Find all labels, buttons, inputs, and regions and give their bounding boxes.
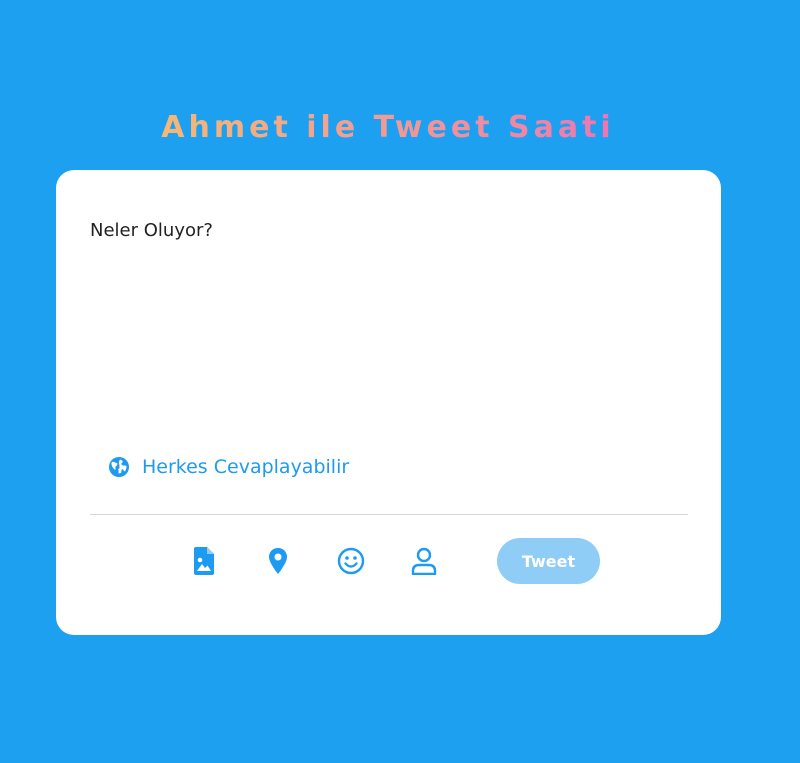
page-title: Ahmet ile Tweet Saati [0, 110, 776, 145]
image-file-icon[interactable] [189, 546, 219, 576]
tweet-composer-card: Herkes Cevaplayabilir Tweet [56, 170, 721, 635]
reply-setting-button[interactable]: Herkes Cevaplayabilir [108, 452, 349, 482]
user-icon[interactable] [409, 546, 439, 576]
location-pin-icon[interactable] [263, 546, 293, 576]
tweet-button[interactable]: Tweet [497, 538, 600, 584]
globe-icon [108, 456, 130, 478]
divider [90, 514, 688, 515]
smiley-icon[interactable] [336, 546, 366, 576]
reply-setting-label: Herkes Cevaplayabilir [142, 456, 350, 478]
tweet-input[interactable] [90, 220, 650, 400]
